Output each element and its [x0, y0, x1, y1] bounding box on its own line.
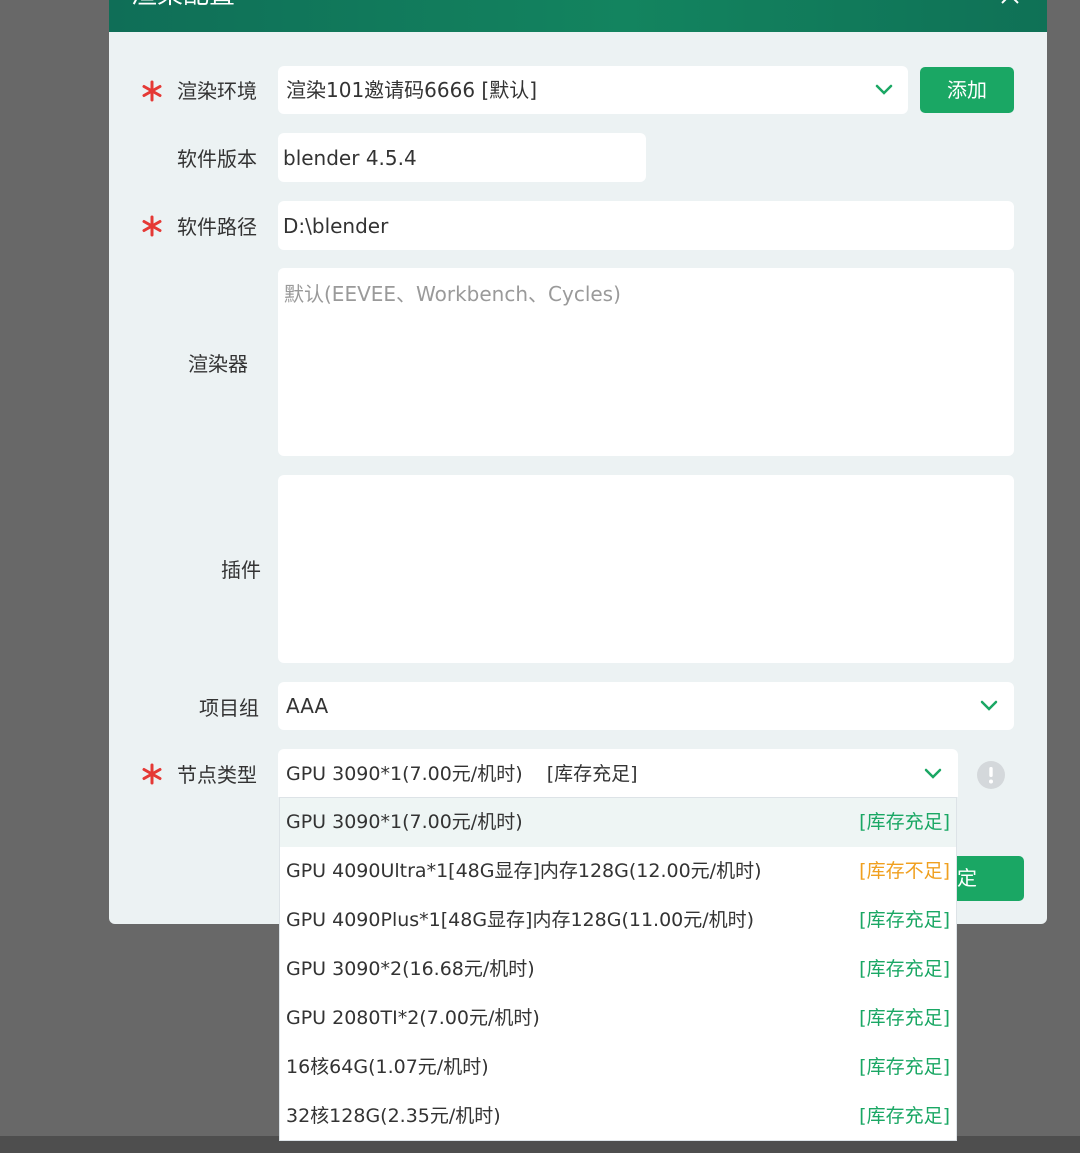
node-option-label: 16核64G(1.07元/机时) [286, 1056, 489, 1078]
node-option[interactable]: GPU 4090Plus*1[48G显存]内存128G(11.00元/机时) [… [280, 896, 956, 945]
dialog-title: 渲染配置 [131, 0, 235, 12]
info-icon[interactable] [976, 760, 1006, 790]
node-option-label: 32核128G(2.35元/机时) [286, 1105, 501, 1127]
required-asterisk-icon [142, 763, 162, 785]
node-option-stock: [库存充足] [859, 811, 950, 833]
required-asterisk-icon [142, 80, 162, 102]
node-option-stock: [库存充足] [859, 1105, 950, 1127]
chevron-down-icon [980, 700, 998, 711]
plugins-label: 插件 [221, 558, 261, 582]
render-config-dialog: 渲染配置 渲染环境 渲染101邀请码6666 [默认] 添加 软件版本 blen… [109, 0, 1047, 924]
plugins-textarea[interactable] [278, 475, 1014, 663]
node-option-stock: [库存不足] [859, 860, 950, 882]
required-asterisk-icon [142, 215, 162, 237]
software-path-field[interactable]: D:\blender [278, 201, 1014, 250]
node-option[interactable]: 16核64G(1.07元/机时) [库存充足] [280, 1043, 956, 1092]
node-option-label: GPU 4090Plus*1[48G显存]内存128G(11.00元/机时) [286, 909, 755, 931]
chevron-down-icon [875, 84, 893, 95]
node-option-stock: [库存充足] [859, 909, 950, 931]
node-type-label: 节点类型 [177, 763, 257, 787]
node-option-stock: [库存充足] [859, 958, 950, 980]
project-group-value: AAA [286, 694, 329, 718]
node-option-label: GPU 3090*1(7.00元/机时) [286, 811, 523, 833]
node-option-label: GPU 2080TI*2(7.00元/机时) [286, 1007, 540, 1029]
add-env-button[interactable]: 添加 [920, 67, 1014, 113]
renderer-textarea[interactable]: 默认(EEVEE、Workbench、Cycles) [278, 268, 1014, 456]
node-option-label: GPU 3090*2(16.68元/机时) [286, 958, 535, 980]
chevron-down-icon [924, 768, 942, 779]
node-option[interactable]: 32核128G(2.35元/机时) [库存充足] [280, 1092, 956, 1141]
render-env-value: 渲染101邀请码6666 [默认] [286, 78, 538, 102]
renderer-placeholder: 默认(EEVEE、Workbench、Cycles) [284, 282, 621, 306]
render-env-select[interactable]: 渲染101邀请码6666 [默认] [278, 66, 908, 114]
confirm-label: 定 [957, 866, 977, 890]
node-option[interactable]: GPU 4090Ultra*1[48G显存]内存128G(12.00元/机时) … [280, 847, 956, 896]
project-group-select[interactable]: AAA [278, 682, 1014, 730]
dialog-header: 渲染配置 [109, 0, 1047, 32]
node-type-select[interactable]: GPU 3090*1(7.00元/机时) [库存充足] [278, 749, 958, 797]
node-option[interactable]: GPU 3090*1(7.00元/机时) [库存充足] [280, 798, 956, 847]
node-option[interactable]: GPU 2080TI*2(7.00元/机时) [库存充足] [280, 994, 956, 1043]
software-version-field[interactable]: blender 4.5.4 [278, 133, 646, 182]
software-version-label: 软件版本 [177, 147, 257, 171]
node-option[interactable]: GPU 3090*2(16.68元/机时) [库存充足] [280, 945, 956, 994]
software-path-value: D:\blender [283, 214, 389, 238]
software-version-value: blender 4.5.4 [283, 146, 417, 170]
node-type-dropdown: GPU 3090*1(7.00元/机时) [库存充足] GPU 4090Ultr… [279, 797, 957, 1141]
node-option-stock: [库存充足] [859, 1056, 950, 1078]
project-group-label: 项目组 [199, 696, 259, 720]
renderer-label: 渲染器 [188, 352, 248, 376]
close-icon[interactable] [999, 0, 1021, 6]
software-path-label: 软件路径 [177, 215, 257, 239]
add-env-label: 添加 [947, 78, 987, 102]
node-option-label: GPU 4090Ultra*1[48G显存]内存128G(12.00元/机时) [286, 860, 762, 882]
node-type-value: GPU 3090*1(7.00元/机时) [库存充足] [286, 763, 638, 785]
node-option-stock: [库存充足] [859, 1007, 950, 1029]
render-env-label: 渲染环境 [177, 79, 257, 103]
